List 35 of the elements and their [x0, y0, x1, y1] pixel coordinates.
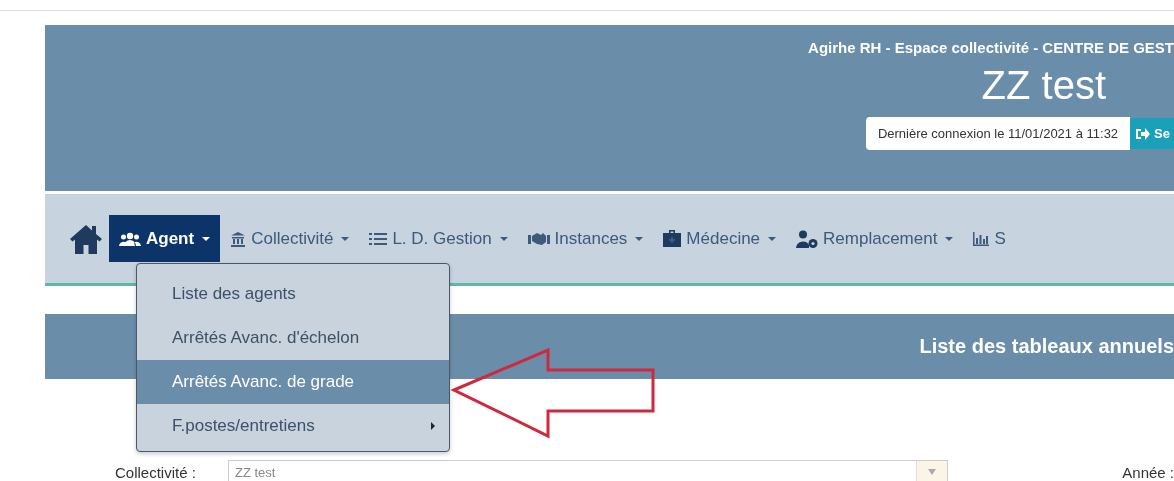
caret-icon: [635, 236, 644, 241]
menu-item[interactable]: Arrêtés Avanc. de grade: [137, 360, 449, 404]
user-gear-icon: [796, 229, 819, 248]
nav-tab[interactable]: L. D. Gestion: [359, 215, 518, 262]
nav-tab[interactable]: Instances: [517, 215, 654, 262]
nav-tab[interactable]: Agent: [109, 215, 221, 262]
dropdown-arrow-icon: [928, 469, 936, 475]
field-label: Collectivité :: [115, 463, 197, 481]
page-title: Liste des tableaux annuels: [919, 335, 1174, 358]
nav-tab[interactable]: Médecine: [653, 215, 787, 262]
bank-icon: [230, 230, 247, 247]
menu-item[interactable]: F.postes/entretiens: [137, 404, 449, 448]
people-icon: [119, 231, 141, 246]
logout-button[interactable]: Se: [1130, 118, 1174, 149]
menu-item[interactable]: Arrêtés Avanc. d'échelon: [137, 316, 449, 360]
app-title: Agirhe RH - Espace collectivité - CENTRE DE GEST: [808, 39, 1174, 56]
caret-icon: [499, 236, 508, 241]
last-login-text: Dernière connexion le 11/01/2021 à 11:32: [865, 117, 1131, 150]
medical-kit-icon: [663, 230, 682, 247]
nav-tab[interactable]: S: [963, 215, 1016, 262]
list-icon: [369, 231, 388, 246]
sign-out-icon: [1136, 127, 1151, 140]
collectivite-select[interactable]: ZZ test: [228, 460, 948, 481]
nav-tab[interactable]: Collectivité: [220, 215, 360, 262]
caret-icon: [341, 236, 350, 241]
caret-icon: [202, 236, 211, 241]
field-label: Année :: [1122, 463, 1174, 481]
nav-tab[interactable]: Remplacement: [786, 215, 964, 262]
menu-item[interactable]: Liste des agents: [137, 272, 449, 316]
home-icon[interactable]: [69, 223, 103, 254]
handshake-icon: [527, 231, 550, 246]
caret-icon: [945, 236, 954, 241]
organization-name: ZZ test: [981, 62, 1106, 108]
bar-chart-icon: [973, 231, 990, 246]
caret-icon: [768, 236, 777, 241]
